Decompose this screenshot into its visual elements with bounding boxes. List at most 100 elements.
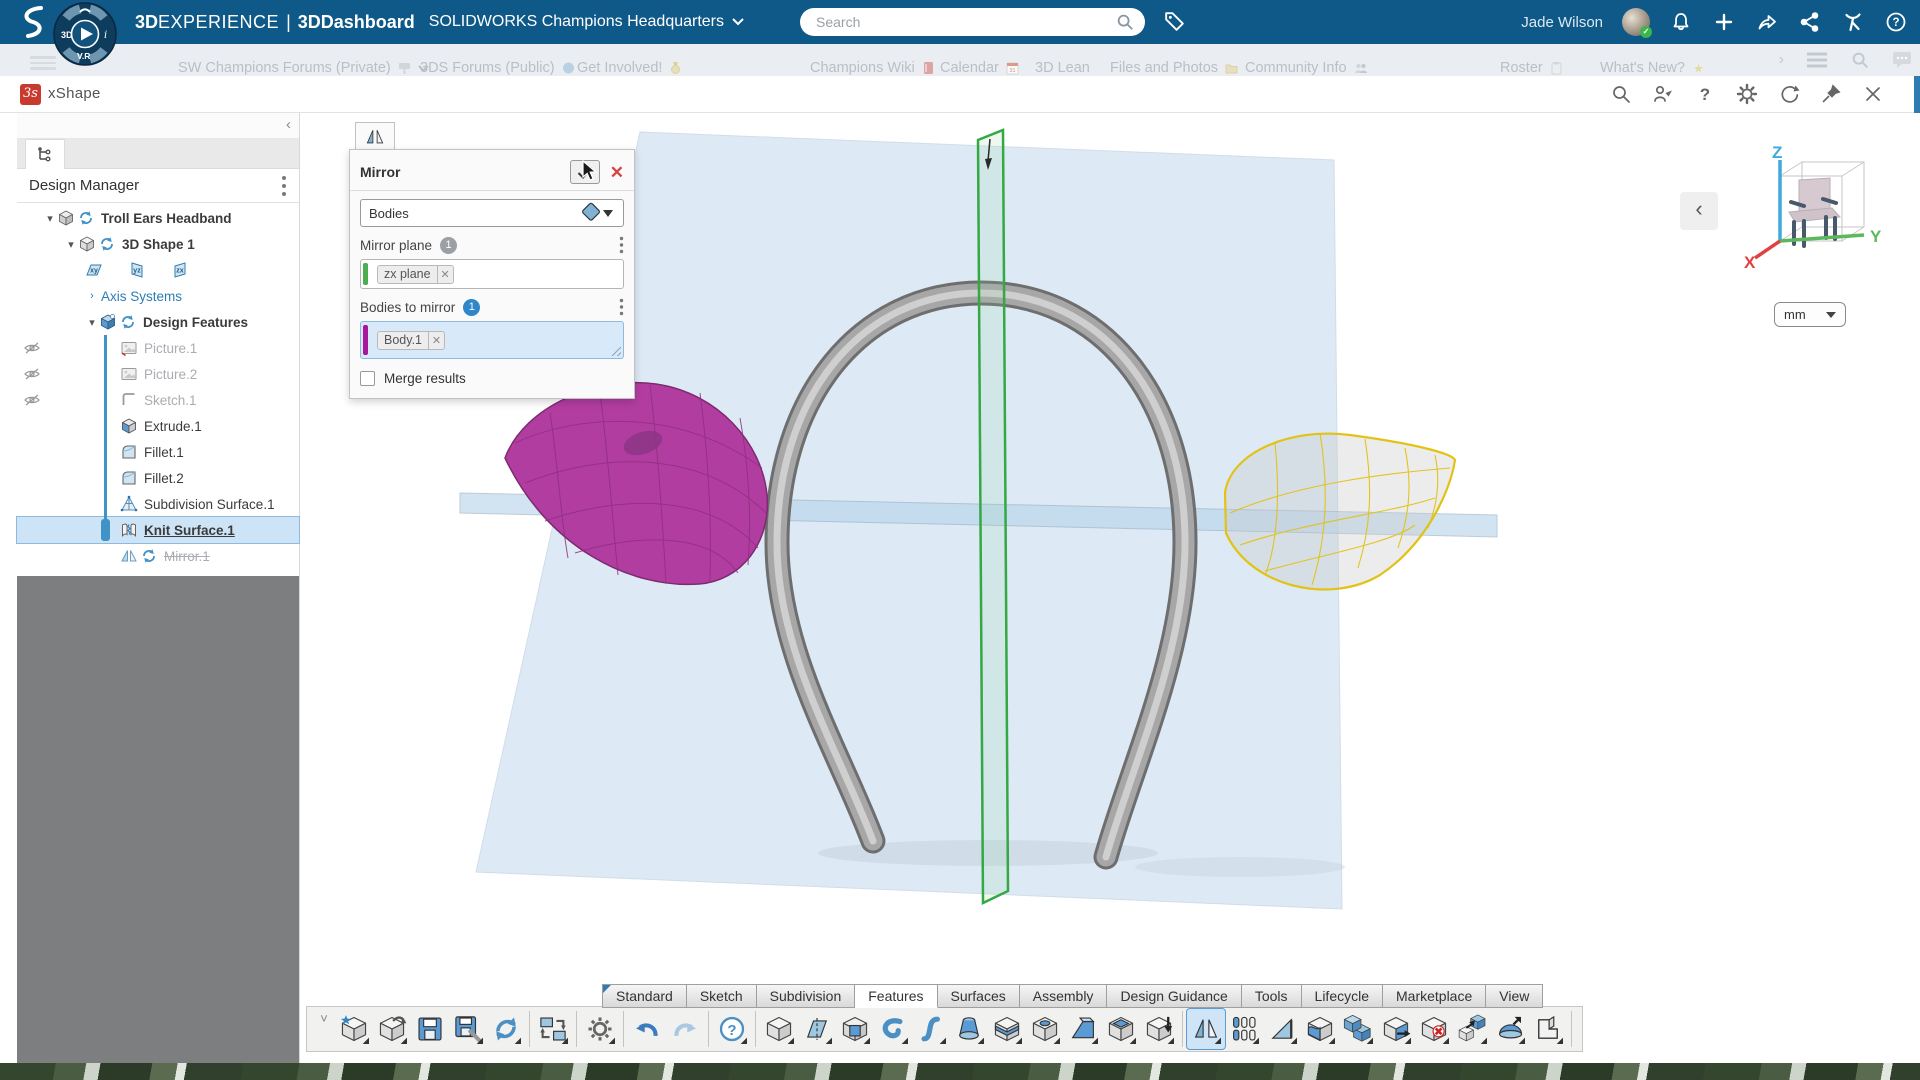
hole-tool-icon[interactable] bbox=[1026, 1009, 1064, 1049]
share-user-icon[interactable] bbox=[1652, 83, 1674, 110]
community-tab-4[interactable]: Champions Wiki bbox=[810, 60, 935, 76]
collapsed-panel-chevron[interactable]: ‹ bbox=[1680, 192, 1718, 230]
ribbon-tab-tools[interactable]: Tools bbox=[1242, 984, 1302, 1008]
help-circle-icon[interactable]: ? bbox=[1884, 10, 1908, 34]
tree-item-mirror-1[interactable]: Mirror.1 bbox=[17, 543, 299, 569]
chip-remove-icon[interactable]: ✕ bbox=[437, 265, 453, 284]
community-tab-3[interactable]: Get Involved! bbox=[577, 60, 682, 76]
extrude-tool-icon[interactable] bbox=[836, 1009, 874, 1049]
corner-tool-icon[interactable] bbox=[1529, 1009, 1567, 1049]
surface-wave-tool-icon[interactable] bbox=[1301, 1009, 1339, 1049]
expander-open-icon[interactable]: ▾ bbox=[85, 316, 99, 329]
panel-collapse-icon[interactable]: ‹ bbox=[286, 116, 291, 133]
copy-body-tool-icon[interactable] bbox=[1453, 1009, 1491, 1049]
mirror-plane-selection-box[interactable]: zx plane✕ bbox=[360, 259, 624, 289]
save-tool-icon[interactable] bbox=[411, 1009, 449, 1049]
workspace-title[interactable]: SOLIDWORKS Champions Headquarters bbox=[429, 13, 724, 31]
ribbon-tab-view[interactable]: View bbox=[1486, 984, 1543, 1008]
revolve-tool-icon[interactable] bbox=[874, 1009, 912, 1049]
tree-item-knit-surface-1[interactable]: Knit Surface.1 bbox=[17, 517, 299, 543]
box-tool-icon[interactable] bbox=[760, 1009, 798, 1049]
tree-item-extrude-1[interactable]: Extrude.1 bbox=[17, 413, 299, 439]
dassault-logo-icon[interactable] bbox=[10, 2, 50, 42]
close-app-icon[interactable] bbox=[1862, 83, 1884, 110]
list-menu-icon[interactable] bbox=[1806, 52, 1828, 68]
sync-tool-icon[interactable] bbox=[487, 1009, 525, 1049]
redo-tool-icon[interactable] bbox=[666, 1009, 704, 1049]
loft-tool-icon[interactable] bbox=[950, 1009, 988, 1049]
plus-icon[interactable] bbox=[1712, 10, 1736, 34]
rollback-handle[interactable] bbox=[101, 519, 110, 541]
expander-open-icon[interactable]: ▾ bbox=[64, 238, 78, 251]
tree-tab[interactable] bbox=[25, 139, 65, 169]
mirror-tool-icon[interactable] bbox=[1187, 1009, 1225, 1049]
tree-item-picture-1[interactable]: Picture.1 bbox=[17, 335, 299, 361]
panel-menu-dots-icon[interactable] bbox=[281, 175, 287, 197]
ribbon-tab-assembly[interactable]: Assembly bbox=[1020, 984, 1108, 1008]
dome-tool-icon[interactable] bbox=[1491, 1009, 1529, 1049]
app-help-icon[interactable]: ? bbox=[1694, 83, 1716, 110]
app-search-icon[interactable] bbox=[1610, 83, 1632, 110]
combine-tool-icon[interactable] bbox=[1339, 1009, 1377, 1049]
ribbon-tab-design-guidance[interactable]: Design Guidance bbox=[1107, 984, 1241, 1008]
shell-tool-icon[interactable] bbox=[1102, 1009, 1140, 1049]
tree-item-design-features[interactable]: ▾Design Features bbox=[17, 309, 299, 335]
toolbar-collapse-icon[interactable]: ˅ bbox=[313, 1009, 335, 1049]
ribbon-tab-sketch[interactable]: Sketch bbox=[687, 984, 757, 1008]
community-tab-10[interactable]: What's New?★ bbox=[1600, 60, 1705, 76]
dialog-cancel-button[interactable]: ✕ bbox=[610, 164, 624, 181]
share-nodes-icon[interactable] bbox=[1798, 10, 1822, 34]
tree-item-axis-systems[interactable]: ›Axis Systems bbox=[17, 283, 299, 309]
search-input[interactable] bbox=[816, 14, 1115, 30]
expander-open-icon[interactable]: ▾ bbox=[43, 212, 57, 225]
new-part-tool-icon[interactable] bbox=[335, 1009, 373, 1049]
zx-plane-chip[interactable]: zx plane✕ bbox=[377, 265, 454, 284]
ribbon-tab-surfaces[interactable]: Surfaces bbox=[938, 984, 1020, 1008]
ribbon-tab-standard[interactable]: Standard bbox=[602, 984, 687, 1008]
tree-item-3d-shape-1[interactable]: ▾3D Shape 1 bbox=[17, 231, 299, 257]
global-search[interactable] bbox=[800, 8, 1145, 36]
plane-tool-icon[interactable] bbox=[798, 1009, 836, 1049]
community-tab-2[interactable]: 3DS Forums (Public) bbox=[420, 60, 575, 76]
undo-tool-icon[interactable] bbox=[628, 1009, 666, 1049]
tree-item-fillet-1[interactable]: Fillet.1 bbox=[17, 439, 299, 465]
community-tab-8[interactable]: Community Info bbox=[1245, 60, 1367, 76]
import-tool-icon[interactable] bbox=[1140, 1009, 1178, 1049]
forward-icon[interactable] bbox=[1755, 10, 1779, 34]
merge-results-checkbox[interactable] bbox=[360, 371, 375, 386]
community-tab-7[interactable]: Files and Photos bbox=[1110, 60, 1238, 76]
zx-plane-icon[interactable]: zx bbox=[171, 261, 190, 279]
wedge-tool-icon[interactable] bbox=[1064, 1009, 1102, 1049]
community-search-icon[interactable] bbox=[1850, 50, 1870, 70]
ribbon-tab-features[interactable]: Features bbox=[855, 984, 937, 1008]
tree-item-picture-2[interactable]: Picture.2 bbox=[17, 361, 299, 387]
bodies-selection-box[interactable]: Body.1✕ bbox=[360, 321, 624, 359]
rollback-bar[interactable] bbox=[104, 335, 107, 533]
tree-item-troll-ears-headband[interactable]: ▾Troll Ears Headband bbox=[17, 205, 299, 231]
tag-icon[interactable] bbox=[1162, 9, 1187, 34]
xy-plane-icon[interactable]: xy bbox=[85, 261, 104, 279]
community-tab-9[interactable]: Roster bbox=[1500, 60, 1563, 76]
transfer-tool-icon[interactable] bbox=[534, 1009, 572, 1049]
help-tool-icon[interactable]: ? bbox=[713, 1009, 751, 1049]
ribbon-tab-subdivision[interactable]: Subdivision bbox=[757, 984, 856, 1008]
user-name[interactable]: Jade Wilson bbox=[1521, 14, 1603, 31]
mirror-type-select[interactable]: Bodies bbox=[360, 199, 624, 227]
brand-dashboard[interactable]: 3DDashboard bbox=[298, 12, 415, 33]
field-menu-dots-icon[interactable] bbox=[619, 236, 624, 254]
bell-icon[interactable] bbox=[1669, 10, 1693, 34]
hidden-eye-icon[interactable] bbox=[23, 365, 41, 386]
yz-plane-icon[interactable]: yz bbox=[128, 261, 147, 279]
tree-item-reference-planes[interactable]: xy yz zx bbox=[17, 257, 299, 283]
search-icon[interactable] bbox=[1115, 12, 1135, 32]
save-as-tool-icon[interactable] bbox=[449, 1009, 487, 1049]
split-tool-icon[interactable] bbox=[988, 1009, 1026, 1049]
tree-item-subdivision-surface-1[interactable]: Subdivision Surface.1 bbox=[17, 491, 299, 517]
view-cube[interactable]: Z Y X bbox=[1742, 146, 1892, 291]
delete-face-tool-icon[interactable] bbox=[1415, 1009, 1453, 1049]
hidden-eye-icon[interactable] bbox=[23, 391, 41, 412]
tree-item-fillet-2[interactable]: Fillet.2 bbox=[17, 465, 299, 491]
field-menu-dots-icon[interactable] bbox=[619, 298, 624, 316]
chat-icon[interactable] bbox=[1892, 51, 1912, 69]
chip-remove-icon[interactable]: ✕ bbox=[428, 331, 444, 350]
